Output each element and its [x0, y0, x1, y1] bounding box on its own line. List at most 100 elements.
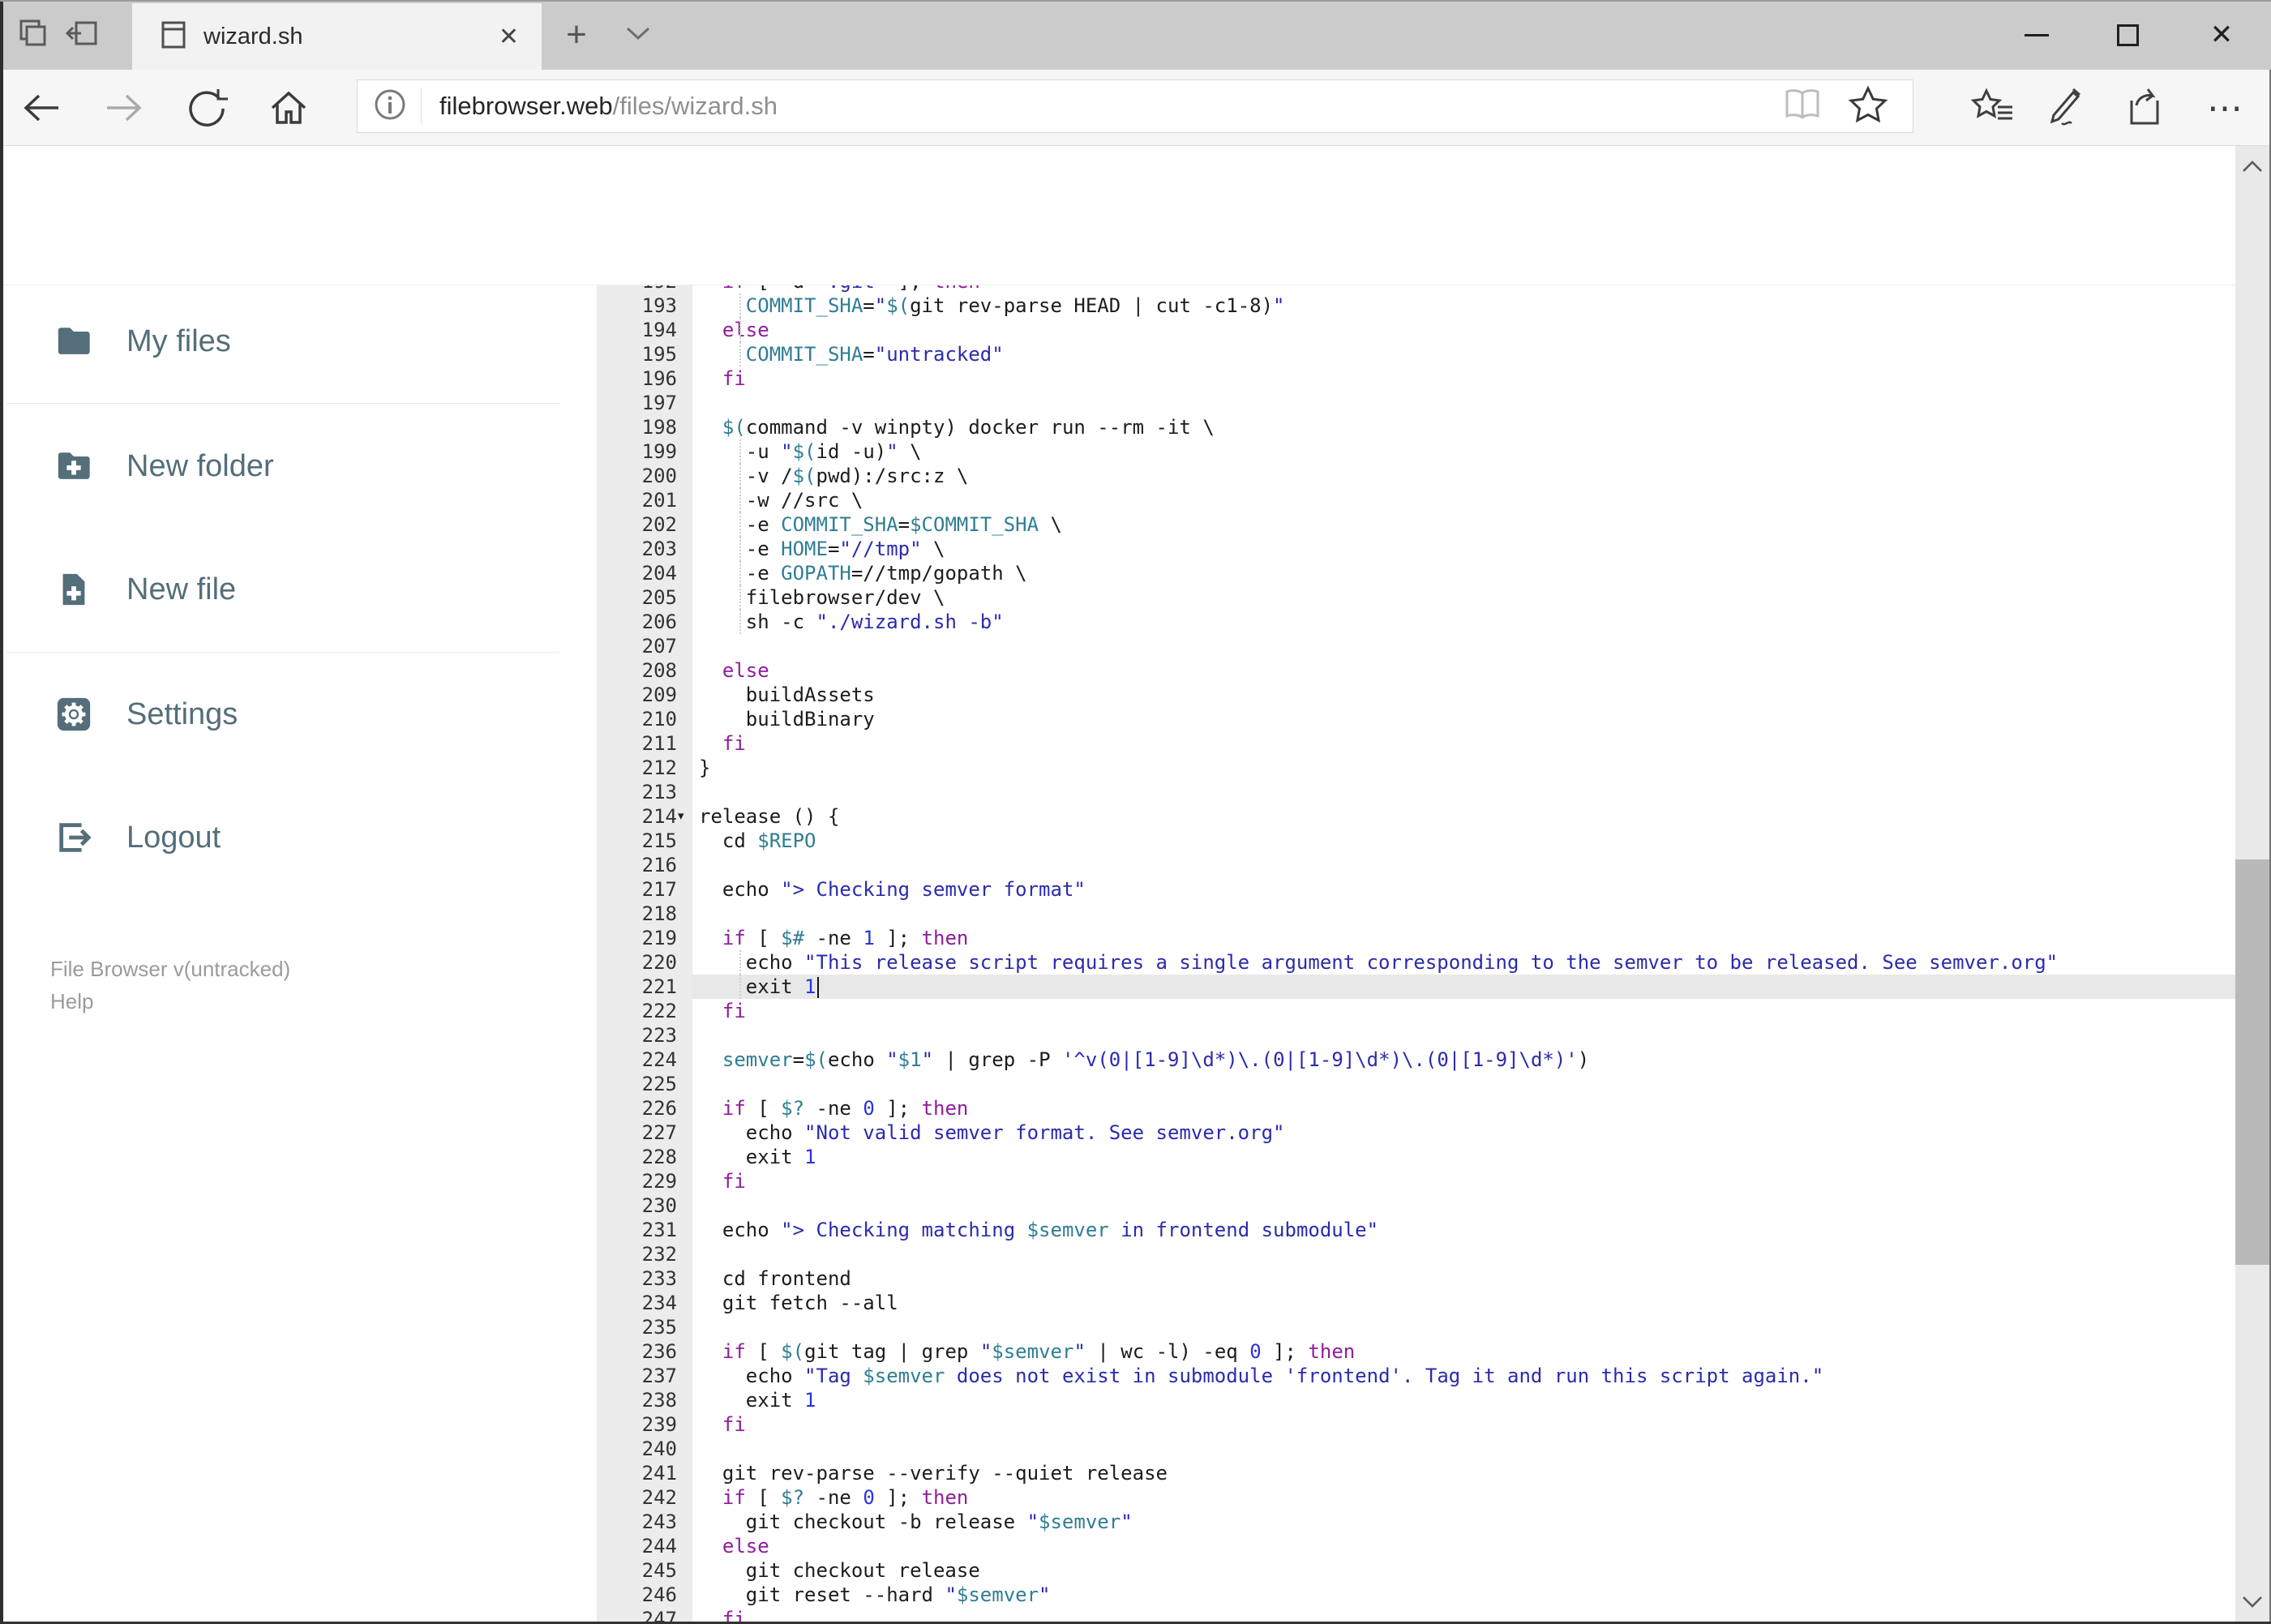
code-text[interactable]: else: [699, 658, 769, 683]
code-text[interactable]: exit 1: [699, 1388, 816, 1412]
code-line[interactable]: 241 git rev-parse --verify --quiet relea…: [568, 1461, 2235, 1485]
code-line[interactable]: 226 if [ $? -ne 0 ]; then: [568, 1096, 2235, 1121]
code-line[interactable]: 201 -w //src \: [568, 488, 2235, 512]
code-line[interactable]: 221 exit 1: [568, 975, 2235, 999]
code-line[interactable]: 230: [568, 1193, 2235, 1218]
line-number[interactable]: 206: [597, 610, 677, 634]
address-bar[interactable]: filebrowser.web/files/wizard.sh: [357, 79, 1913, 133]
code-text[interactable]: -e HOME="//tmp" \: [699, 537, 945, 561]
line-number[interactable]: 197: [597, 391, 677, 415]
sidebar-item-new-folder[interactable]: New folder: [0, 422, 559, 511]
line-number[interactable]: 209: [597, 683, 677, 707]
code-text[interactable]: echo "Tag $semver does not exist in subm…: [699, 1364, 1823, 1388]
code-line[interactable]: 211 fi: [568, 731, 2235, 756]
code-line[interactable]: 236 if [ $(git tag | grep "$semver" | wc…: [568, 1339, 2235, 1364]
code-text[interactable]: fi: [699, 999, 746, 1023]
browser-tab[interactable]: wizard.sh ✕: [132, 3, 542, 70]
code-line[interactable]: 243 git checkout -b release "$semver": [568, 1510, 2235, 1534]
code-line[interactable]: 203 -e HOME="//tmp" \: [568, 537, 2235, 561]
code-line[interactable]: 234 git fetch --all: [568, 1291, 2235, 1315]
line-number[interactable]: 195: [597, 342, 677, 366]
line-number[interactable]: 199: [597, 439, 677, 464]
code-line[interactable]: 223: [568, 1023, 2235, 1048]
line-number[interactable]: 235: [597, 1315, 677, 1339]
line-number[interactable]: 216: [597, 853, 677, 877]
code-line[interactable]: 238 exit 1: [568, 1388, 2235, 1412]
line-number[interactable]: 217: [597, 877, 677, 902]
line-number[interactable]: 233: [597, 1266, 677, 1291]
line-number[interactable]: 240: [597, 1437, 677, 1461]
code-editor[interactable]: 192 if [ -d ".git" ]; then193 COMMIT_SHA…: [568, 285, 2235, 1624]
line-number[interactable]: 241: [597, 1461, 677, 1485]
code-line[interactable]: 219 if [ $# -ne 1 ]; then: [568, 926, 2235, 950]
line-number[interactable]: 207: [597, 634, 677, 658]
line-number[interactable]: 213: [597, 780, 677, 804]
code-text[interactable]: filebrowser/dev \: [699, 585, 945, 610]
code-text[interactable]: if [ $? -ne 0 ]; then: [699, 1485, 968, 1510]
code-line[interactable]: 208 else: [568, 658, 2235, 683]
favorite-button[interactable]: [1848, 85, 1888, 128]
code-text[interactable]: -e COMMIT_SHA=$COMMIT_SHA \: [699, 512, 1062, 537]
url-text[interactable]: filebrowser.web/files/wizard.sh: [439, 92, 1781, 121]
maximize-button[interactable]: [2080, 0, 2175, 70]
code-line[interactable]: 240: [568, 1437, 2235, 1461]
page-scrollbar[interactable]: [2235, 146, 2269, 1622]
line-number[interactable]: 192: [597, 285, 677, 294]
line-number[interactable]: 225: [597, 1072, 677, 1096]
code-text[interactable]: echo "> Checking matching $semver in fro…: [699, 1218, 1378, 1242]
line-number[interactable]: 228: [597, 1145, 677, 1169]
line-number[interactable]: 220: [597, 950, 677, 975]
code-line[interactable]: 224 semver=$(echo "$1" | grep -P '^v(0|[…: [568, 1048, 2235, 1072]
line-number[interactable]: 203: [597, 537, 677, 561]
line-number[interactable]: 238: [597, 1388, 677, 1412]
code-line[interactable]: 232: [568, 1242, 2235, 1266]
code-line[interactable]: 214 ▾ release () {: [568, 804, 2235, 829]
set-tabs-aside-button[interactable]: [62, 13, 105, 57]
new-tab-button[interactable]: +: [548, 0, 605, 70]
line-number[interactable]: 230: [597, 1193, 677, 1218]
line-number[interactable]: 198: [597, 415, 677, 439]
code-text[interactable]: buildAssets: [699, 683, 875, 707]
line-number[interactable]: 227: [597, 1121, 677, 1145]
code-line[interactable]: 210 buildBinary: [568, 707, 2235, 731]
line-number[interactable]: 231: [597, 1218, 677, 1242]
code-line[interactable]: 231 echo "> Checking matching $semver in…: [568, 1218, 2235, 1242]
code-text[interactable]: fi: [699, 1169, 746, 1193]
code-text[interactable]: cd $REPO: [699, 829, 816, 853]
code-text[interactable]: echo "This release script requires a sin…: [699, 950, 2058, 975]
tab-dropdown-button[interactable]: [610, 0, 666, 70]
code-line[interactable]: 246 git reset --hard "$semver": [568, 1583, 2235, 1607]
code-line[interactable]: 205 filebrowser/dev \: [568, 585, 2235, 610]
line-number[interactable]: 193: [597, 294, 677, 318]
code-text[interactable]: fi: [699, 1412, 746, 1437]
code-line[interactable]: 237 echo "Tag $semver does not exist in …: [568, 1364, 2235, 1388]
line-number[interactable]: 201: [597, 488, 677, 512]
code-text[interactable]: else: [699, 1534, 769, 1558]
code-text[interactable]: fi: [699, 366, 746, 391]
line-number[interactable]: 200: [597, 464, 677, 488]
line-number[interactable]: 232: [597, 1242, 677, 1266]
code-line[interactable]: 194 else: [568, 318, 2235, 342]
more-button[interactable]: ⋯: [2194, 77, 2256, 139]
tab-preview-button[interactable]: [11, 13, 55, 57]
code-line[interactable]: 197: [568, 391, 2235, 415]
line-number[interactable]: 226: [597, 1096, 677, 1121]
fold-marker-icon[interactable]: ▾: [678, 804, 684, 829]
code-text[interactable]: $(command -v winpty) docker run --rm -it…: [699, 415, 1215, 439]
sidebar-item-settings[interactable]: Settings: [0, 670, 559, 759]
code-text[interactable]: fi: [699, 731, 746, 756]
line-number[interactable]: 211: [597, 731, 677, 756]
line-number[interactable]: 222: [597, 999, 677, 1023]
code-line[interactable]: 213: [568, 780, 2235, 804]
code-text[interactable]: git reset --hard "$semver": [699, 1583, 1051, 1607]
share-button[interactable]: [2111, 77, 2173, 139]
line-number[interactable]: 234: [597, 1291, 677, 1315]
code-text[interactable]: if [ -d ".git" ]; then: [699, 285, 980, 294]
code-text[interactable]: echo "Not valid semver format. See semve…: [699, 1121, 1285, 1145]
code-line[interactable]: 198 $(command -v winpty) docker run --rm…: [568, 415, 2235, 439]
code-line[interactable]: 216: [568, 853, 2235, 877]
code-text[interactable]: git checkout release: [699, 1558, 980, 1583]
hub-favorites-button[interactable]: [1962, 77, 2024, 139]
code-text[interactable]: release () {: [699, 804, 839, 829]
line-number[interactable]: 196: [597, 366, 677, 391]
